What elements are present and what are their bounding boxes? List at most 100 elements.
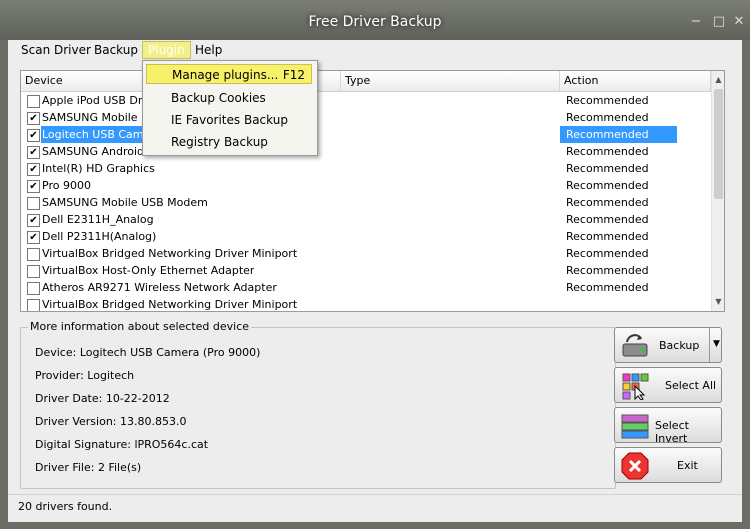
device-name: Pro 9000 bbox=[42, 179, 91, 192]
device-name: Dell E2311H_Analog bbox=[42, 213, 154, 226]
row-checkbox[interactable]: ✔ bbox=[27, 146, 40, 159]
select-invert-icon bbox=[621, 414, 649, 439]
action-value: Recommended bbox=[566, 264, 649, 277]
vertical-scrollbar[interactable]: ▲ ▼ bbox=[711, 71, 724, 311]
status-text: 20 drivers found. bbox=[18, 500, 113, 513]
device-name: VirtualBox Host-Only Ethernet Adapter bbox=[42, 264, 255, 277]
device-name: Dell P2311H(Analog) bbox=[42, 230, 157, 243]
close-button[interactable]: ✕ bbox=[730, 13, 748, 31]
minimize-button[interactable]: − bbox=[687, 13, 705, 31]
exit-label: Exit bbox=[677, 459, 698, 472]
table-row[interactable]: ✔ Intel(R) HD Graphics Recommended bbox=[21, 160, 711, 177]
menu-backup[interactable]: Backup bbox=[89, 42, 143, 58]
menu-scan-driver[interactable]: Scan Driver bbox=[16, 42, 96, 58]
scrollbar-thumb[interactable] bbox=[714, 89, 723, 199]
menu-item-label: IE Favorites Backup bbox=[171, 113, 288, 127]
action-value: Recommended bbox=[566, 94, 649, 107]
row-checkbox[interactable]: ✔ bbox=[27, 129, 40, 142]
table-row[interactable]: ✔ Pro 9000 Recommended bbox=[21, 177, 711, 194]
menu-bar: Scan Driver Backup Plugin Help bbox=[8, 40, 742, 60]
dropdown-arrow-icon[interactable]: ▼ bbox=[713, 339, 720, 349]
menu-help[interactable]: Help bbox=[190, 42, 227, 58]
info-panel-title: More information about selected device bbox=[28, 320, 252, 333]
row-checkbox[interactable]: ✔ bbox=[27, 180, 40, 193]
menu-item-manage-plugins[interactable]: Manage plugins... F12 bbox=[146, 64, 312, 84]
device-info-panel: More information about selected device D… bbox=[20, 320, 616, 489]
action-value: Recommended bbox=[566, 196, 649, 209]
client-area: Scan Driver Backup Plugin Help Device Ty… bbox=[8, 40, 742, 522]
info-provider: Provider: Logitech bbox=[35, 369, 135, 382]
info-device: Device: Logitech USB Camera (Pro 9000) bbox=[35, 346, 261, 359]
scroll-up-arrow-icon[interactable]: ▲ bbox=[712, 73, 724, 87]
row-checkbox[interactable] bbox=[27, 265, 40, 278]
backup-button-label: Backup bbox=[659, 339, 700, 352]
action-value: Recommended bbox=[566, 111, 649, 124]
select-all-label: Select All bbox=[665, 379, 717, 392]
table-row[interactable]: ✔ Dell E2311H_Analog Recommended bbox=[21, 211, 711, 228]
table-row[interactable]: ✔ SAMSUNG Mobile USB Recommended bbox=[21, 109, 711, 126]
table-row[interactable]: ✔ SAMSUNG Android ADB Interface Recommende… bbox=[21, 143, 711, 160]
row-checkbox[interactable] bbox=[27, 248, 40, 261]
menu-item-label: Backup Cookies bbox=[171, 91, 266, 105]
row-checkbox[interactable] bbox=[27, 299, 40, 311]
info-version: Driver Version: 13.80.853.0 bbox=[35, 415, 187, 428]
action-value: Recommended bbox=[566, 230, 649, 243]
row-checkbox[interactable] bbox=[27, 197, 40, 210]
menu-item-backup-cookies[interactable]: Backup Cookies bbox=[146, 88, 312, 108]
action-value: Recommended bbox=[566, 145, 649, 158]
table-row[interactable]: ✔ Logitech USB Camera Recommended bbox=[21, 126, 711, 143]
exit-button[interactable]: Exit bbox=[614, 447, 722, 483]
action-value: Recommended bbox=[566, 247, 649, 260]
device-name: SAMSUNG Mobile USB Modem bbox=[42, 196, 208, 209]
menu-item-label: Registry Backup bbox=[171, 135, 268, 149]
column-action[interactable]: Action bbox=[560, 71, 711, 91]
table-row[interactable]: Apple iPod USB Driver Recommended bbox=[21, 92, 711, 109]
device-name: VirtualBox Bridged Networking Driver Min… bbox=[42, 247, 298, 260]
menu-item-shortcut: F12 bbox=[282, 68, 305, 82]
select-invert-label: Select Invert bbox=[655, 419, 689, 445]
action-value: Recommended bbox=[566, 162, 649, 175]
exit-icon bbox=[621, 452, 649, 480]
table-row[interactable]: VirtualBox Host-Only Ethernet Adapter Rec… bbox=[21, 262, 711, 279]
table-row[interactable]: VirtualBox Bridged Networking Driver Min… bbox=[21, 296, 711, 311]
menu-item-label: Manage plugins... bbox=[172, 68, 279, 82]
table-row[interactable]: SAMSUNG Mobile USB Modem Recommended bbox=[21, 194, 711, 211]
driver-list[interactable]: Device Type Action Apple iPod USB Driver… bbox=[20, 70, 725, 312]
column-type[interactable]: Type bbox=[341, 71, 560, 91]
select-all-button[interactable]: Select All bbox=[614, 367, 722, 403]
list-header: Device Type Action bbox=[21, 71, 711, 92]
row-checkbox[interactable]: ✔ bbox=[27, 112, 40, 125]
split-divider bbox=[709, 328, 710, 362]
plugin-dropdown-menu: Manage plugins... F12 Backup Cookies IE … bbox=[142, 60, 318, 156]
action-value: Recommended bbox=[560, 126, 677, 143]
app-window: Free Driver Backup − □ ✕ Scan Driver Bac… bbox=[0, 0, 750, 529]
select-invert-button[interactable]: Select Invert bbox=[614, 407, 722, 445]
table-row[interactable]: Atheros AR9271 Wireless Network Adapter R… bbox=[21, 279, 711, 296]
device-name: Atheros AR9271 Wireless Network Adapter bbox=[42, 281, 277, 294]
action-value: Recommended bbox=[566, 281, 649, 294]
title-bar: Free Driver Backup − □ ✕ bbox=[0, 0, 750, 40]
action-value: Recommended bbox=[566, 179, 649, 192]
backup-button[interactable]: Backup ▼ bbox=[614, 327, 722, 363]
device-name: Intel(R) HD Graphics bbox=[42, 162, 155, 175]
maximize-button[interactable]: □ bbox=[710, 13, 728, 31]
select-all-icon bbox=[622, 373, 649, 400]
device-name: VirtualBox Bridged Networking Driver Min… bbox=[42, 298, 298, 311]
table-row[interactable]: VirtualBox Bridged Networking Driver Min… bbox=[21, 245, 711, 262]
status-bar: 20 drivers found. bbox=[8, 494, 742, 522]
row-checkbox[interactable] bbox=[27, 282, 40, 295]
row-checkbox[interactable]: ✔ bbox=[27, 214, 40, 227]
row-checkbox[interactable]: ✔ bbox=[27, 231, 40, 244]
row-checkbox[interactable]: ✔ bbox=[27, 163, 40, 176]
action-value: Recommended bbox=[566, 213, 649, 226]
table-row[interactable]: ✔ Dell P2311H(Analog) Recommended bbox=[21, 228, 711, 245]
info-file: Driver File: 2 File(s) bbox=[35, 461, 142, 474]
menu-plugin[interactable]: Plugin bbox=[142, 41, 191, 59]
menu-item-ie-favorites-backup[interactable]: IE Favorites Backup bbox=[146, 110, 312, 130]
hard-drive-icon bbox=[622, 334, 648, 357]
info-signature: Digital Signature: lPRO564c.cat bbox=[35, 438, 209, 451]
info-date: Driver Date: 10-22-2012 bbox=[35, 392, 170, 405]
menu-item-registry-backup[interactable]: Registry Backup bbox=[146, 132, 312, 152]
row-checkbox[interactable] bbox=[27, 95, 40, 108]
scroll-down-arrow-icon[interactable]: ▼ bbox=[712, 295, 724, 309]
